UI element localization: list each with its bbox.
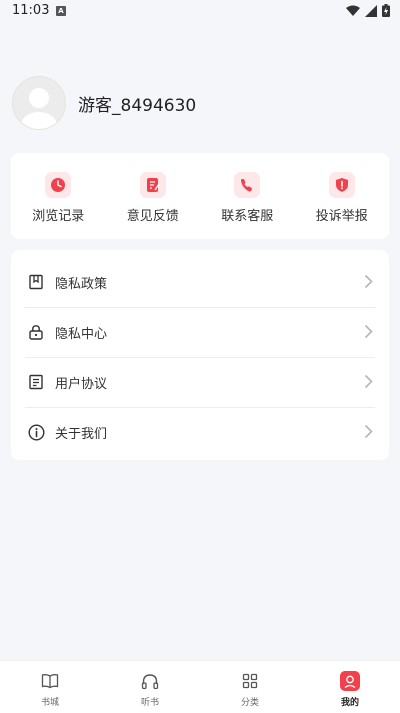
document-icon <box>26 372 46 392</box>
nav-item-category[interactable]: 分类 <box>200 661 300 713</box>
profile-header[interactable]: 游客_8494630 <box>12 76 196 130</box>
bottom-nav: 书城 听书 分类 我的 <box>0 660 400 713</box>
info-icon <box>26 422 46 442</box>
quick-actions-card: 浏览记录 意见反馈 联系客服 投诉举报 <box>11 153 389 239</box>
avatar[interactable] <box>12 76 66 130</box>
nav-item-mine[interactable]: 我的 <box>300 661 400 713</box>
nav-item-audiobook[interactable]: 听书 <box>100 661 200 713</box>
chevron-right-icon <box>364 424 373 439</box>
quick-action-customer-service[interactable]: 联系客服 <box>200 153 295 239</box>
menu-item-label: 隐私中心 <box>55 327 108 342</box>
menu-item-label: 隐私政策 <box>55 277 108 292</box>
nav-item-bookstore[interactable]: 书城 <box>0 661 100 713</box>
notification-icon: A <box>56 6 66 16</box>
wifi-icon <box>346 5 360 16</box>
quick-action-label: 投诉举报 <box>315 209 368 224</box>
menu-item-privacy-center[interactable]: 隐私中心 <box>11 307 389 357</box>
quick-action-label: 浏览记录 <box>32 209 85 224</box>
status-time: 11:03 <box>12 3 50 18</box>
bookmark-icon <box>26 272 46 292</box>
feedback-edit-icon <box>139 172 166 198</box>
book-icon <box>39 670 61 692</box>
menu-item-about-us[interactable]: 关于我们 <box>11 407 389 457</box>
quick-action-label: 联系客服 <box>221 209 274 224</box>
status-bar: 11:03 A <box>0 0 400 24</box>
menu-item-privacy-policy[interactable]: 隐私政策 <box>11 257 389 307</box>
nav-label: 分类 <box>240 698 259 708</box>
chevron-right-icon <box>364 324 373 339</box>
user-icon <box>340 671 360 691</box>
menu-item-user-agreement[interactable]: 用户协议 <box>11 357 389 407</box>
shield-alert-icon <box>328 172 355 198</box>
signal-icon <box>365 4 377 17</box>
nav-label: 我的 <box>340 698 359 708</box>
quick-action-label: 意见反馈 <box>126 209 179 224</box>
phone-icon <box>234 172 261 198</box>
default-avatar-icon <box>21 88 57 129</box>
menu-item-label: 用户协议 <box>55 377 108 392</box>
chevron-right-icon <box>364 374 373 389</box>
quick-action-history[interactable]: 浏览记录 <box>11 153 106 239</box>
clock-icon <box>45 172 72 198</box>
menu-item-label: 关于我们 <box>55 427 108 442</box>
battery-icon <box>382 4 390 17</box>
nav-label: 书城 <box>40 698 59 708</box>
quick-action-feedback[interactable]: 意见反馈 <box>106 153 201 239</box>
chevron-right-icon <box>364 274 373 289</box>
lock-icon <box>26 322 46 342</box>
settings-menu-card: 隐私政策 隐私中心 用户协议 关于我们 <box>11 250 389 460</box>
nav-label: 听书 <box>140 698 159 708</box>
grid-icon <box>239 670 261 692</box>
headphones-icon <box>139 670 161 692</box>
quick-action-report[interactable]: 投诉举报 <box>295 153 390 239</box>
status-icons <box>346 4 390 17</box>
username: 游客_8494630 <box>78 95 197 116</box>
